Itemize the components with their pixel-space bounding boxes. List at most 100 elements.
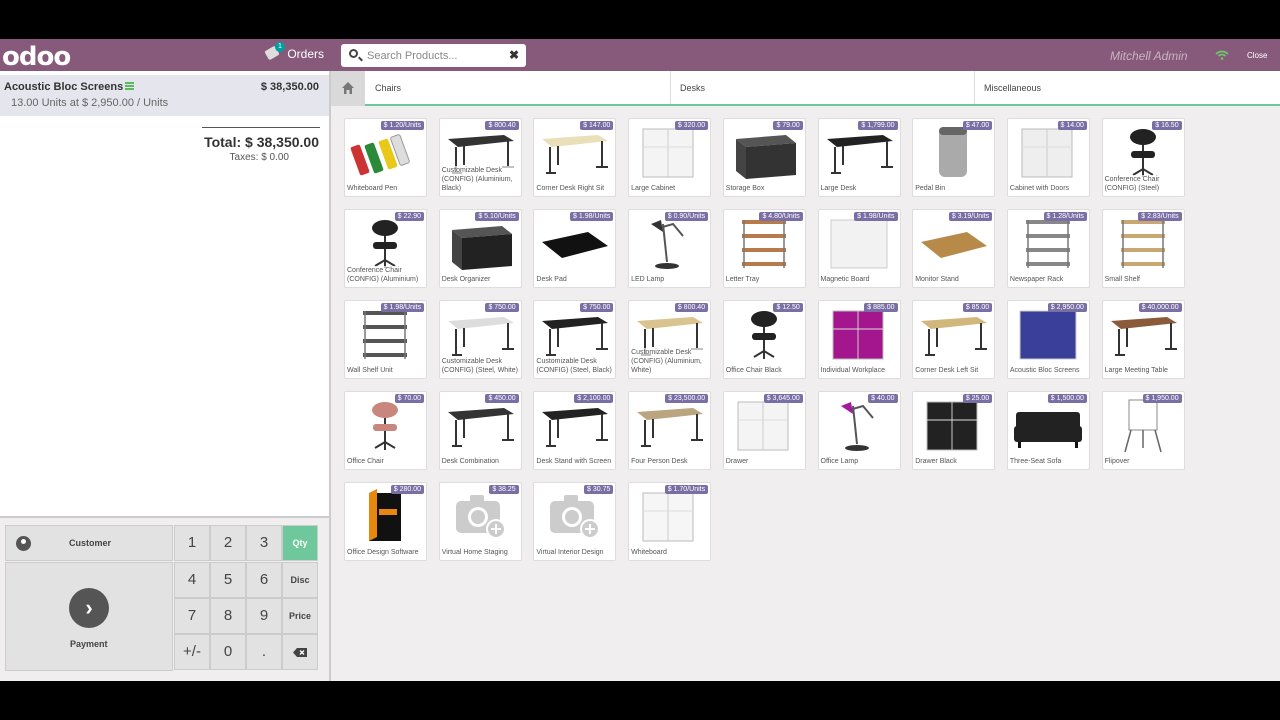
orders-button[interactable]: 1 Orders <box>264 42 324 61</box>
product-name: Customizable Desk (CONFIG) (Aluminium, B… <box>441 166 521 193</box>
product-price-tag: $ 1,950.00 <box>1142 394 1182 403</box>
product-price-tag: $ 2,100.00 <box>574 394 614 403</box>
close-button[interactable]: Close <box>1247 51 1267 60</box>
product-card[interactable]: $ 2.83/Units Small Shelf <box>1101 209 1185 288</box>
product-name: LED Lamp <box>631 275 711 284</box>
category-chairs[interactable]: Chairs <box>375 83 401 93</box>
product-price-tag: $ 16.50 <box>1152 121 1182 130</box>
product-card[interactable]: $ 1.98/Units Wall Shelf Unit <box>344 300 427 379</box>
product-name: Monitor Stand <box>915 275 995 284</box>
numpad-key-6[interactable]: 6 <box>246 562 282 598</box>
payment-button[interactable]: › Payment <box>5 562 173 671</box>
lot-list-icon[interactable] <box>125 82 135 90</box>
product-card[interactable]: $ 750.00 Customizable Desk (CONFIG) (Stee… <box>533 300 617 379</box>
product-card[interactable]: $ 800.40 Customizable Desk (CONFIG) (Alum… <box>628 300 712 379</box>
product-name: Cabinet with Doors <box>1009 184 1089 193</box>
product-price-tag: $ 0.90/Units <box>664 212 709 221</box>
product-card[interactable]: $ 25.00 Drawer Black <box>912 391 996 470</box>
backspace-key[interactable] <box>282 634 318 670</box>
product-card[interactable]: $ 47.00 Pedal Bin <box>912 118 996 197</box>
customer-button[interactable]: Customer <box>5 525 173 561</box>
product-card[interactable]: $ 1.70/Units Whiteboard <box>628 482 712 561</box>
price-mode-key[interactable]: Price <box>282 598 318 634</box>
backspace-icon <box>293 648 307 657</box>
product-name: Individual Workplace <box>820 366 900 375</box>
product-card[interactable]: $ 147.00 Corner Desk Right Sit <box>533 118 617 197</box>
product-card[interactable]: $ 3,645.00 Drawer <box>722 391 806 470</box>
numpad-key-4[interactable]: 4 <box>174 562 210 598</box>
product-image <box>823 307 896 363</box>
decimal-key[interactable]: . <box>246 634 282 670</box>
product-card[interactable]: $ 0.90/Units LED Lamp <box>628 209 712 288</box>
product-card[interactable]: $ 23,500.00 Four Person Desk <box>628 391 712 470</box>
product-card[interactable]: $ 79.00 Storage Box <box>722 118 806 197</box>
product-card[interactable]: $ 1.28/Units Newspaper Rack <box>1006 209 1090 288</box>
product-name: Four Person Desk <box>631 457 711 466</box>
product-card[interactable]: $ 1,799.00 Large Desk <box>817 118 901 197</box>
numpad-key-0[interactable]: 0 <box>210 634 246 670</box>
product-price-tag: $ 1.20/Units <box>380 121 424 130</box>
numpad-key-7[interactable]: 7 <box>174 598 210 634</box>
home-category-button[interactable] <box>331 71 365 106</box>
product-image <box>917 216 990 272</box>
category-miscellaneous[interactable]: Miscellaneous <box>984 83 1041 93</box>
numpad-key-9[interactable]: 9 <box>246 598 282 634</box>
numpad-key-2[interactable]: 2 <box>210 525 246 561</box>
product-card[interactable]: $ 750.00 Customizable Desk (CONFIG) (Stee… <box>438 300 522 379</box>
category-desks[interactable]: Desks <box>680 83 705 93</box>
product-card[interactable]: $ 12.50 Office Chair Black <box>722 300 806 379</box>
product-card[interactable]: $ 280.00 Office Design Software <box>344 482 427 561</box>
product-price-tag: $ 320.00 <box>674 121 709 130</box>
wifi-icon <box>1215 50 1229 60</box>
product-image <box>1107 307 1180 363</box>
product-card[interactable]: $ 1.98/Units Desk Pad <box>533 209 617 288</box>
product-card[interactable]: $ 85.00 Corner Desk Left Sit <box>912 300 996 379</box>
product-card[interactable]: $ 1,500.00 Three-Seat Sofa <box>1006 391 1090 470</box>
product-card[interactable]: $ 4.80/Units Letter Tray <box>722 209 806 288</box>
product-image <box>728 398 801 454</box>
search-input[interactable] <box>367 47 502 64</box>
product-image <box>1107 125 1180 181</box>
product-image <box>728 307 801 363</box>
clear-search-icon[interactable]: ✖ <box>509 48 519 62</box>
product-card[interactable]: $ 38.25 Virtual Home Staging <box>438 482 522 561</box>
plus-minus-key[interactable]: +/- <box>174 634 210 670</box>
product-price-tag: $ 70.00 <box>394 394 424 403</box>
product-card[interactable]: $ 2,100.00 Desk Stand with Screen <box>533 391 617 470</box>
product-image <box>538 216 611 272</box>
order-line-qty: 13.00 <box>11 97 39 109</box>
product-card[interactable]: $ 1.20/Units Whiteboard Pen <box>344 118 427 197</box>
numpad-key-8[interactable]: 8 <box>210 598 246 634</box>
product-name: Drawer Black <box>915 457 995 466</box>
numpad-key-3[interactable]: 3 <box>246 525 282 561</box>
product-card[interactable]: $ 40.00 Office Lamp <box>817 391 901 470</box>
product-card[interactable]: $ 1,950.00 Flipover <box>1101 391 1185 470</box>
product-name: Desk Stand with Screen <box>536 457 616 466</box>
product-image <box>633 398 706 454</box>
product-name: Corner Desk Right Sit <box>536 184 616 193</box>
product-card[interactable]: $ 14.00 Cabinet with Doors <box>1006 118 1090 197</box>
product-card[interactable]: $ 2,950.00 Acoustic Bloc Screens <box>1006 300 1090 379</box>
order-line-name: Acoustic Bloc Screens <box>4 81 124 93</box>
top-bar: odoo 1 Orders ✖ Mitchell Admin Close <box>0 39 1280 72</box>
product-card[interactable]: $ 16.50 Conference Chair (CONFIG) (Steel) <box>1101 118 1185 197</box>
product-image <box>917 398 990 454</box>
product-card[interactable]: $ 5.10/Units Desk Organizer <box>438 209 522 288</box>
product-card[interactable]: $ 885.00 Individual Workplace <box>817 300 901 379</box>
product-card[interactable]: $ 320.00 Large Cabinet <box>628 118 712 197</box>
product-card[interactable]: $ 1.98/Units Magnetic Board <box>817 209 901 288</box>
qty-mode-key[interactable]: Qty <box>282 525 318 561</box>
product-card[interactable]: $ 800.40 Customizable Desk (CONFIG) (Alum… <box>438 118 522 197</box>
order-line-price: $ 38,350.00 <box>260 81 319 93</box>
numpad-key-5[interactable]: 5 <box>210 562 246 598</box>
product-card[interactable]: $ 22.90 Conference Chair (CONFIG) (Alumin… <box>344 209 427 288</box>
order-line[interactable]: Acoustic Bloc Screens $ 38,350.00 13.00 … <box>0 75 329 116</box>
product-card[interactable]: $ 450.00 Desk Combination <box>438 391 522 470</box>
numpad-key-1[interactable]: 1 <box>174 525 210 561</box>
product-card[interactable]: $ 3.19/Units Monitor Stand <box>912 209 996 288</box>
product-price-tag: $ 25.00 <box>962 394 993 403</box>
product-card[interactable]: $ 70.00 Office Chair <box>344 391 427 470</box>
discount-mode-key[interactable]: Disc <box>282 562 318 598</box>
product-card[interactable]: $ 40,000.00 Large Meeting Table <box>1101 300 1185 379</box>
product-card[interactable]: $ 30.75 Virtual Interior Design <box>533 482 617 561</box>
